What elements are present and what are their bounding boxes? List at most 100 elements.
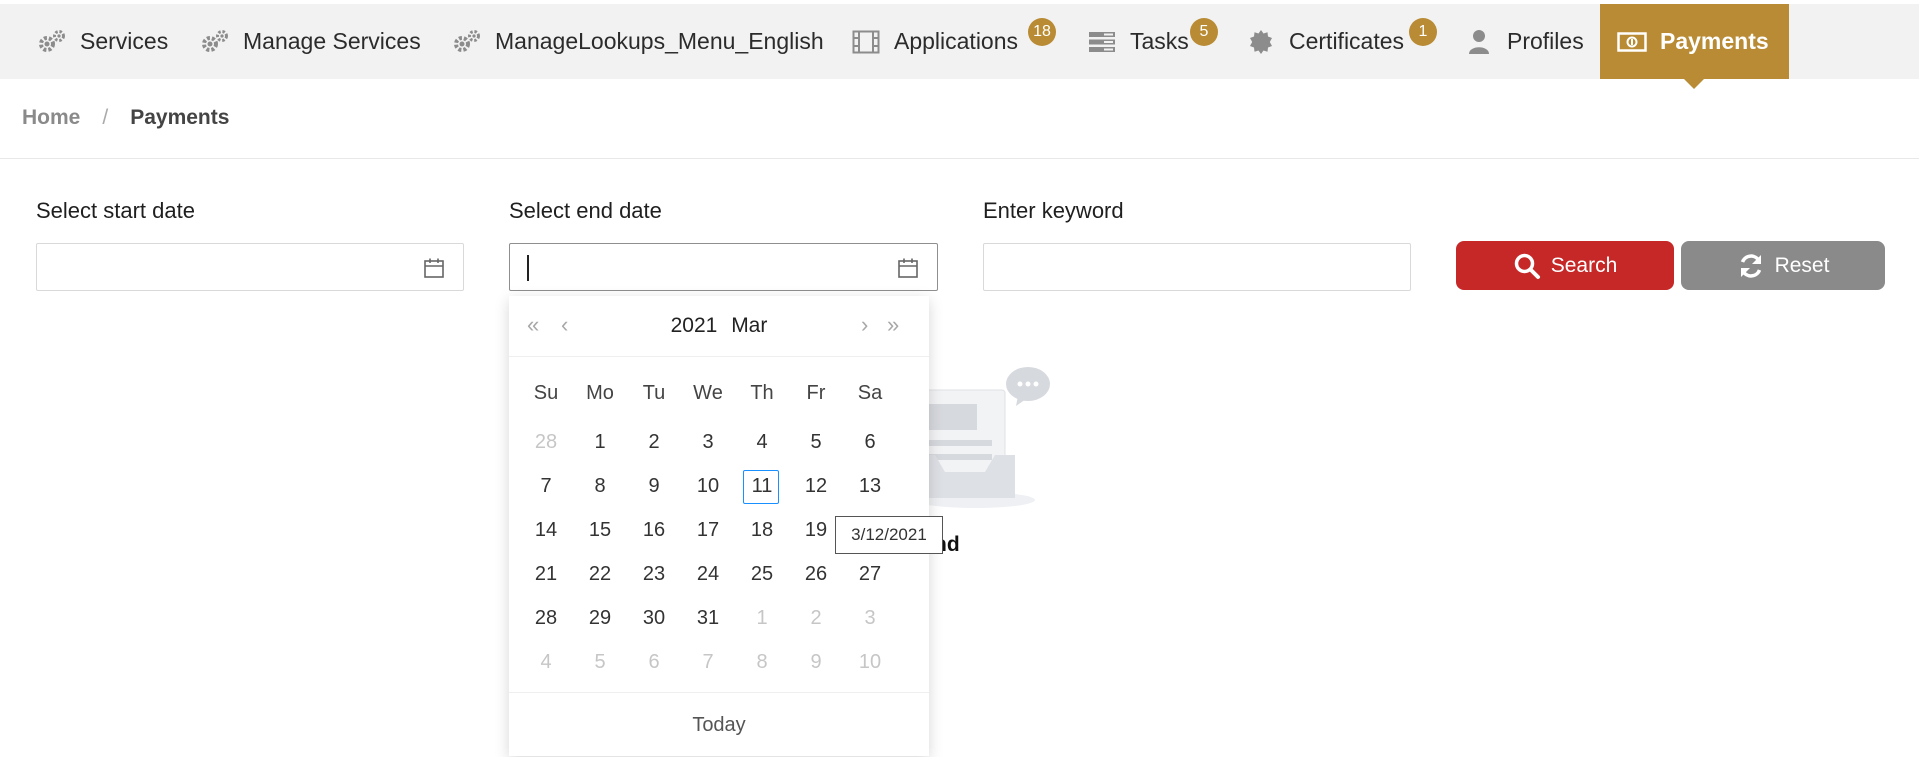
nav-item-services[interactable]: Services bbox=[36, 4, 168, 79]
day-cell[interactable]: 7 bbox=[681, 640, 735, 684]
nav-item-manage-services[interactable]: Manage Services bbox=[199, 4, 421, 79]
next-year-icon[interactable]: » bbox=[887, 314, 899, 336]
day-cell[interactable]: 10 bbox=[843, 640, 897, 684]
day-cell[interactable]: 16 bbox=[627, 508, 681, 552]
day-cell[interactable]: 15 bbox=[573, 508, 627, 552]
day-number: 2 bbox=[810, 606, 822, 629]
day-number: 26 bbox=[804, 562, 828, 585]
day-cell[interactable]: 2 bbox=[627, 420, 681, 464]
nav-item-profiles[interactable]: Profiles bbox=[1463, 4, 1584, 79]
day-cell[interactable]: 7 bbox=[519, 464, 573, 508]
keyword-field[interactable] bbox=[983, 243, 1411, 291]
day-cell[interactable]: 22 bbox=[573, 552, 627, 596]
day-cell[interactable]: 26 bbox=[789, 552, 843, 596]
divider bbox=[0, 158, 1919, 159]
day-cell[interactable]: 10 bbox=[681, 464, 735, 508]
day-number: 6 bbox=[648, 650, 660, 673]
end-date-input[interactable] bbox=[510, 244, 937, 290]
day-cell[interactable]: 4 bbox=[519, 640, 573, 684]
film-icon bbox=[850, 26, 882, 58]
end-date-field[interactable] bbox=[509, 243, 938, 291]
day-cell[interactable]: 27 bbox=[843, 552, 897, 596]
today-button[interactable]: Today bbox=[509, 692, 929, 757]
day-cell[interactable]: 24 bbox=[681, 552, 735, 596]
day-cell[interactable]: 23 bbox=[627, 552, 681, 596]
day-cell[interactable]: 9 bbox=[627, 464, 681, 508]
start-date-field[interactable] bbox=[36, 243, 464, 291]
day-number: 12 bbox=[804, 474, 828, 497]
day-cell[interactable]: 3 bbox=[681, 420, 735, 464]
day-cell[interactable]: 5 bbox=[573, 640, 627, 684]
day-number: 7 bbox=[702, 650, 714, 673]
day-cell[interactable]: 18 bbox=[735, 508, 789, 552]
search-button[interactable]: Search bbox=[1456, 241, 1674, 290]
day-cell[interactable]: 29 bbox=[573, 596, 627, 640]
day-number: 14 bbox=[534, 518, 558, 541]
day-number: 8 bbox=[594, 474, 606, 497]
day-number: 17 bbox=[696, 518, 720, 541]
day-cell[interactable]: 5 bbox=[789, 420, 843, 464]
day-cell[interactable]: 31 bbox=[681, 596, 735, 640]
day-cell[interactable]: 1 bbox=[573, 420, 627, 464]
day-cell[interactable]: 9 bbox=[789, 640, 843, 684]
nav-label-tasks: Tasks bbox=[1130, 28, 1189, 54]
nav-item-certificates[interactable]: Certificates bbox=[1245, 4, 1404, 79]
day-number: 28 bbox=[534, 606, 558, 629]
nav-item-payments[interactable]: Payments bbox=[1600, 4, 1789, 89]
day-cell[interactable]: 6 bbox=[627, 640, 681, 684]
money-bill-icon bbox=[1616, 26, 1648, 58]
nav-item-tasks[interactable]: Tasks bbox=[1086, 4, 1189, 79]
weekday-label: Mo bbox=[586, 382, 614, 404]
month-select[interactable]: Mar bbox=[731, 314, 767, 337]
day-number: 1 bbox=[594, 430, 606, 453]
week-row: 28 29 30 31 1 2 3 bbox=[519, 596, 919, 640]
calendar-icon[interactable] bbox=[423, 257, 445, 279]
day-cell[interactable]: 28 bbox=[519, 596, 573, 640]
nav-item-manage-lookups[interactable]: ManageLookups_Menu_English bbox=[451, 4, 824, 79]
breadcrumb-home-link[interactable]: Home bbox=[22, 106, 80, 130]
gears-icon bbox=[199, 26, 231, 58]
day-number: 31 bbox=[696, 606, 720, 629]
day-cell-today[interactable]: 11 bbox=[735, 464, 789, 508]
day-number: 5 bbox=[594, 650, 606, 673]
reset-button[interactable]: Reset bbox=[1681, 241, 1885, 290]
day-cell[interactable]: 8 bbox=[735, 640, 789, 684]
day-cell[interactable]: 6 bbox=[843, 420, 897, 464]
breadcrumb-separator: / bbox=[102, 106, 109, 129]
day-number: 4 bbox=[756, 430, 768, 453]
day-cell[interactable]: 13 bbox=[843, 464, 897, 508]
next-month-icon[interactable]: › bbox=[861, 314, 868, 336]
week-row: 4 5 6 7 8 9 10 bbox=[519, 640, 919, 684]
day-number: 13 bbox=[858, 474, 882, 497]
day-cell[interactable]: 2 bbox=[789, 596, 843, 640]
day-cell[interactable]: 3 bbox=[843, 596, 897, 640]
day-number: 29 bbox=[588, 606, 612, 629]
day-cell[interactable]: 8 bbox=[573, 464, 627, 508]
day-number: 10 bbox=[858, 650, 882, 673]
day-cell-hovered[interactable]: 12 bbox=[789, 464, 843, 508]
day-cell[interactable]: 14 bbox=[519, 508, 573, 552]
certificates-count-badge: 1 bbox=[1409, 18, 1437, 46]
year-select[interactable]: 2021 bbox=[671, 314, 718, 337]
day-number: 5 bbox=[810, 430, 822, 453]
weekday-label: Sa bbox=[857, 382, 883, 404]
nav-item-applications[interactable]: Applications bbox=[850, 4, 1018, 79]
day-number: 9 bbox=[648, 474, 660, 497]
day-cell[interactable]: 30 bbox=[627, 596, 681, 640]
day-cell[interactable]: 25 bbox=[735, 552, 789, 596]
day-cell[interactable]: 28 bbox=[519, 420, 573, 464]
day-cell[interactable]: 21 bbox=[519, 552, 573, 596]
day-number: 7 bbox=[540, 474, 552, 497]
tasks-list-icon bbox=[1086, 26, 1118, 58]
breadcrumb-current: Payments bbox=[130, 106, 230, 129]
day-cell[interactable]: 17 bbox=[681, 508, 735, 552]
keyword-label: Enter keyword bbox=[983, 198, 1124, 223]
day-cell[interactable]: 4 bbox=[735, 420, 789, 464]
keyword-input[interactable] bbox=[984, 244, 1410, 290]
reset-button-label: Reset bbox=[1774, 253, 1830, 277]
day-cell[interactable]: 1 bbox=[735, 596, 789, 640]
date-tooltip: 3/12/2021 bbox=[835, 516, 943, 554]
start-date-input[interactable] bbox=[37, 244, 463, 290]
nav-label-services: Services bbox=[80, 28, 169, 54]
calendar-icon[interactable] bbox=[897, 257, 919, 279]
